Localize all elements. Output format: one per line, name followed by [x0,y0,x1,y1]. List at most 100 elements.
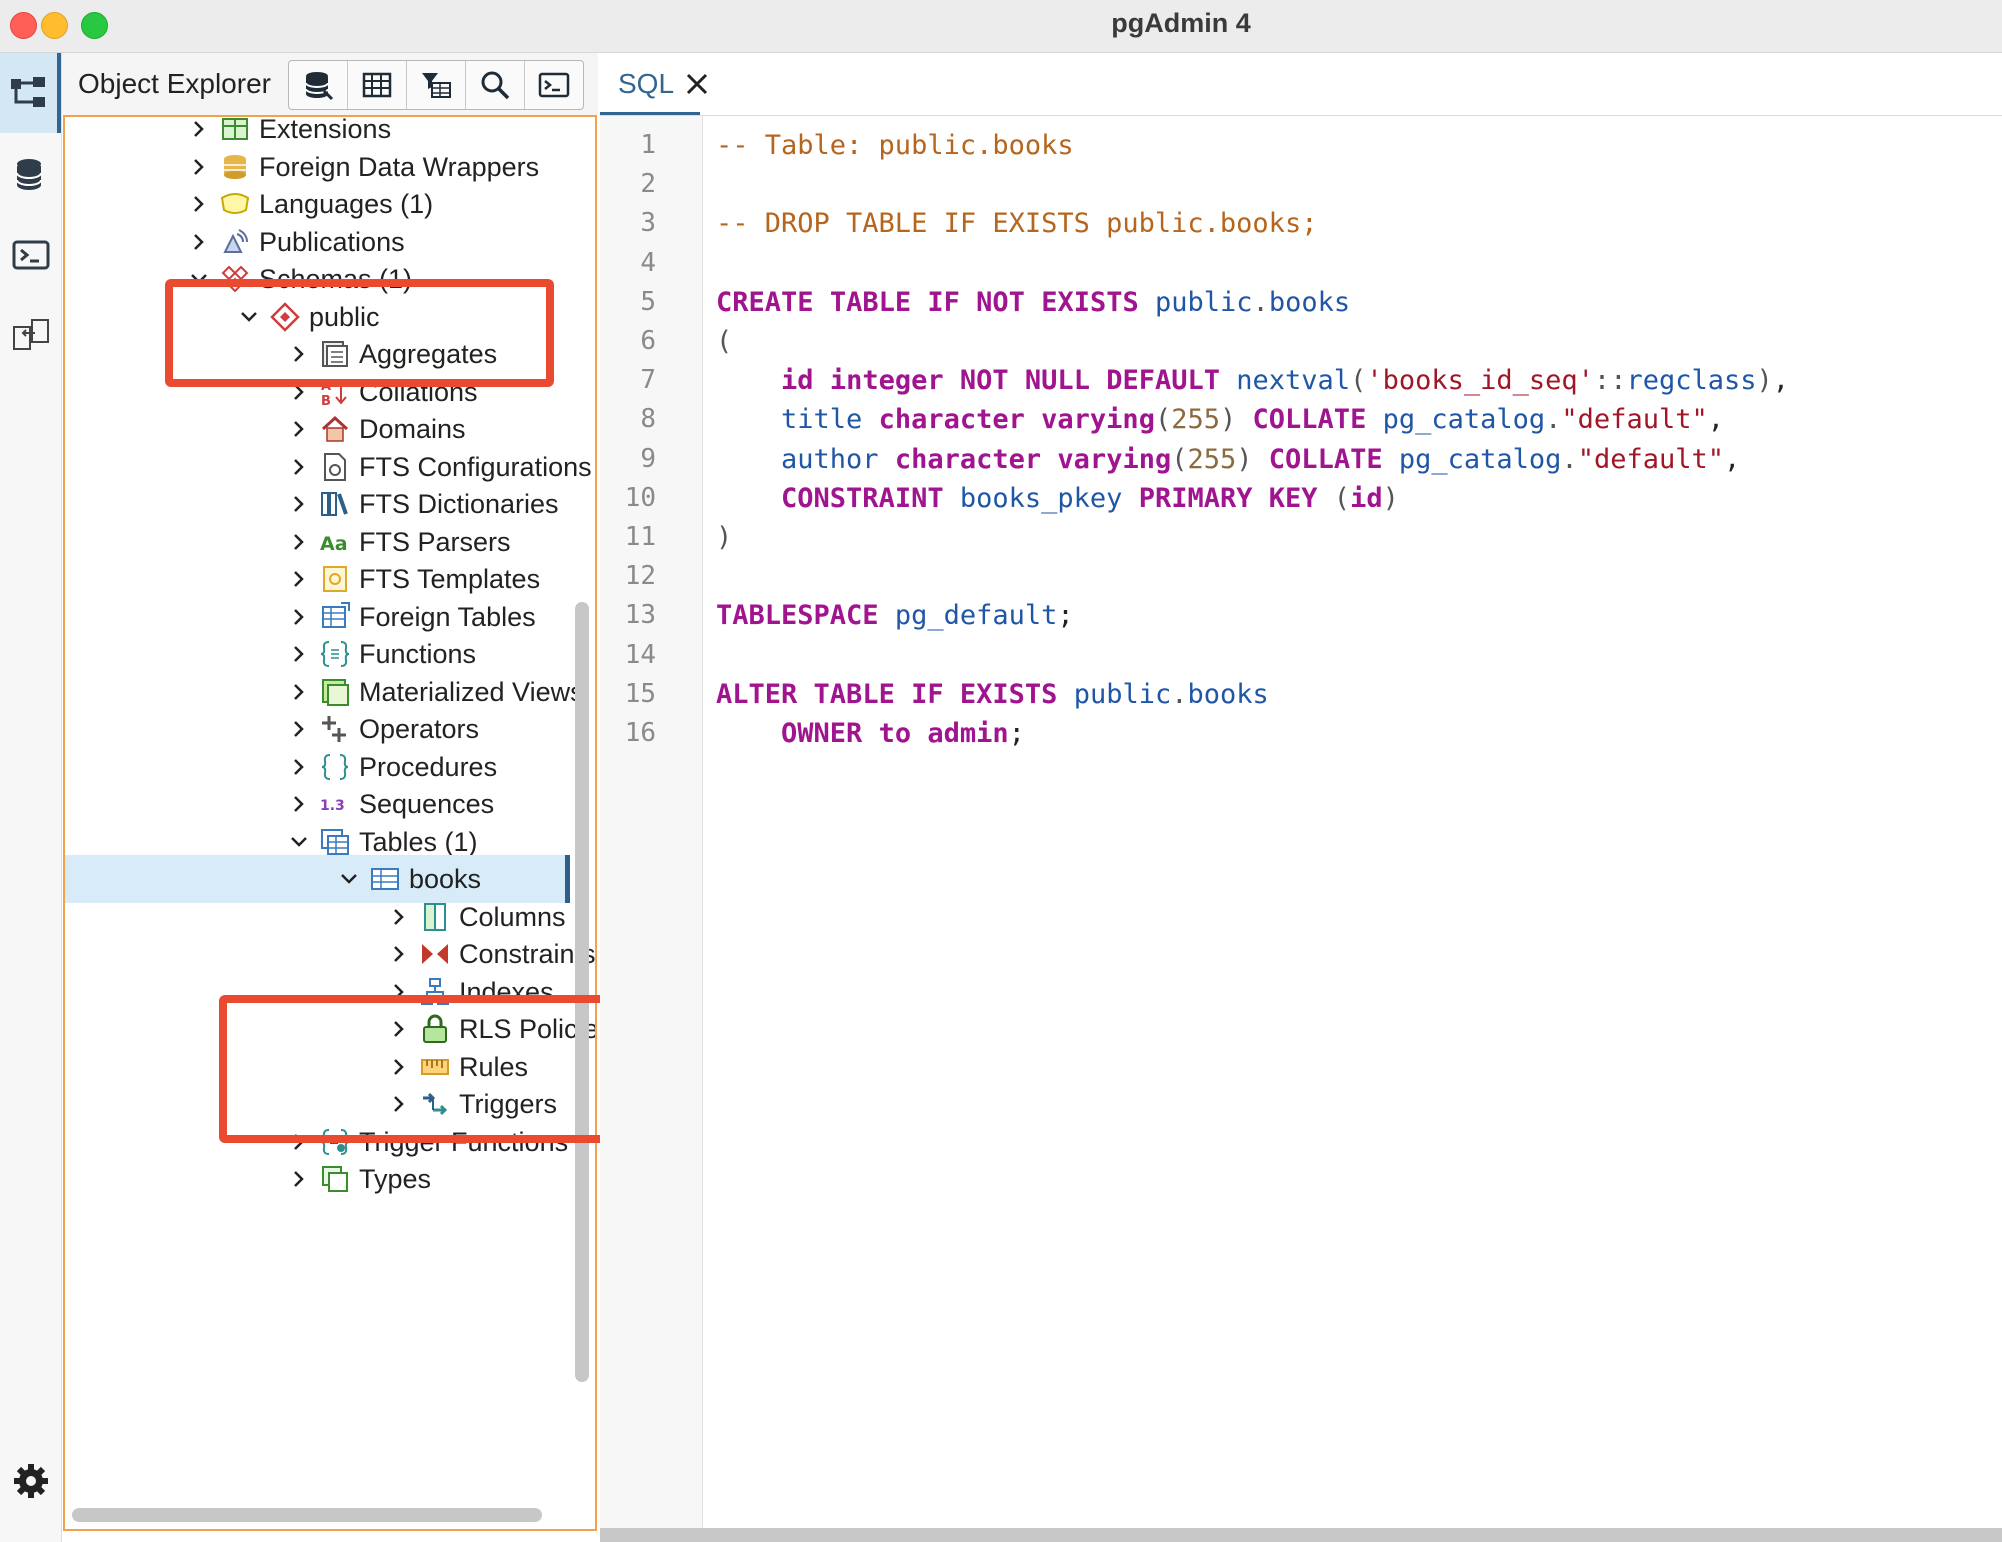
left-rail [0,53,62,1542]
chevron-right-icon[interactable] [285,715,313,743]
settings-rail-button[interactable] [0,1441,61,1521]
settings-icon [13,1464,48,1498]
code-line: -- DROP TABLE IF EXISTS public.books; [716,208,1318,240]
line-number-gutter: 1 2 3 4 5 6 7 8 9 10 11 12 13 14 15 16 [600,116,703,1542]
chevron-right-icon[interactable] [285,565,313,593]
filtered-rows-button[interactable] [407,61,466,109]
line-number: 13 [624,600,656,631]
types-icon [322,1166,348,1192]
query-tool-button[interactable] [289,61,348,109]
schema-diff-icon [12,319,49,350]
code-line: author character varying(255) COLLATE pg… [781,443,1741,475]
code-line: title character varying(255) COLLATE pg_… [781,404,1724,436]
chevron-right-icon[interactable] [385,903,413,931]
tab-sql[interactable]: SQL [600,53,708,115]
line-number: 10 [624,482,656,513]
chevron-down-icon[interactable] [285,828,313,856]
foreign-data-wrapper-icon [224,154,246,179]
line-number: 12 [624,561,656,592]
tree-horizontal-scrollbar[interactable] [72,1508,542,1522]
object-explorer-rail-button[interactable] [0,53,61,133]
object-explorer-header: Object Explorer [62,53,598,115]
query-tool-icon [305,72,334,101]
operator-icon [322,716,346,742]
chevron-right-icon[interactable] [285,678,313,706]
code-line: OWNER to admin; [781,718,1025,749]
code-line: CONSTRAINT books_pkey PRIMARY KEY (id) [781,482,1399,514]
tables-icon [321,828,349,855]
object-explorer-title: Object Explorer [78,68,271,99]
code-line: ALTER TABLE IF EXISTS public.books [716,678,1269,710]
line-number: 9 [640,443,656,474]
code-line: id integer NOT NULL DEFAULT nextval('boo… [781,365,1790,397]
publication-icon [223,228,248,253]
schemas-highlight-box [165,279,554,387]
database-rail-button[interactable] [0,135,61,215]
title-bar: pgAdmin 4 [0,0,2002,53]
schema-diff-rail-button[interactable] [0,295,61,375]
sql-editor[interactable]: 1 2 3 4 5 6 7 8 9 10 11 12 13 14 15 16 -- Table: public… [600,116,2002,1542]
view-data-icon [362,72,392,98]
code-line: ) [716,522,733,553]
chevron-right-icon[interactable] [185,190,213,218]
tree-item-types[interactable]: Types [65,1155,570,1203]
chevron-right-icon[interactable] [185,115,213,143]
extensions-icon [222,118,248,140]
line-number: 11 [624,522,656,552]
foreign-table-icon [322,601,350,628]
filtered-rows-icon [422,73,451,98]
chevron-right-icon[interactable] [285,790,313,818]
line-number: 14 [624,639,656,670]
terminal-icon [12,240,49,270]
code-line: -- Table: public.books [716,130,1074,161]
line-number: 15 [624,678,656,709]
search-objects-icon [481,71,510,100]
code-line: CREATE TABLE IF NOT EXISTS public.books [716,286,1351,318]
code-line: TABLESPACE pg_default; [716,600,1074,632]
columns-icon [424,902,446,931]
search-objects-button[interactable] [466,61,525,109]
function-icon [320,641,350,667]
window-title: pgAdmin 4 [1111,8,1251,38]
chevron-right-icon[interactable] [285,490,313,518]
chevron-right-icon[interactable] [185,153,213,181]
fts-configuration-icon [324,452,346,481]
constraints-icon [422,944,448,964]
tree-item-label: Types [359,1164,432,1194]
line-number: 16 [624,718,656,748]
chevron-right-icon[interactable] [385,940,413,968]
tab-sql-label: SQL [618,68,675,99]
line-number: 3 [640,208,656,239]
code-line: ( [716,326,733,357]
fts-dictionary-icon [321,492,348,516]
fts-parser-icon: Aa [320,533,348,555]
chevron-right-icon[interactable] [285,415,313,443]
line-number: 8 [640,404,656,435]
chevron-right-icon[interactable] [285,640,313,668]
chevron-right-icon[interactable] [285,753,313,781]
fts-template-icon [323,566,347,592]
view-data-button[interactable] [348,61,407,109]
line-number: 7 [640,365,656,396]
domain-icon [321,415,349,442]
chevron-right-icon[interactable] [285,528,313,556]
psql-tool-button[interactable] [525,61,583,109]
sequence-icon: 1.3 [320,798,345,814]
materialized-view-icon [322,678,349,706]
tab-bar: SQL [600,53,2002,116]
close-icon[interactable] [684,71,710,97]
language-icon [220,193,250,214]
chevron-right-icon[interactable] [285,603,313,631]
bottom-scrollbar-track [600,1528,2002,1542]
chevron-right-icon[interactable] [285,1165,313,1193]
psql-tool-icon [538,72,570,98]
line-number: 5 [640,286,656,317]
chevron-down-icon[interactable] [335,865,363,893]
database-icon [15,159,42,190]
line-number: 6 [640,326,656,356]
chevron-right-icon[interactable] [185,228,213,256]
chevron-right-icon[interactable] [285,453,313,481]
tree-vertical-scrollbar[interactable] [575,602,589,1382]
terminal-rail-button[interactable] [0,215,61,295]
svg-text:Aa: Aa [320,533,348,555]
